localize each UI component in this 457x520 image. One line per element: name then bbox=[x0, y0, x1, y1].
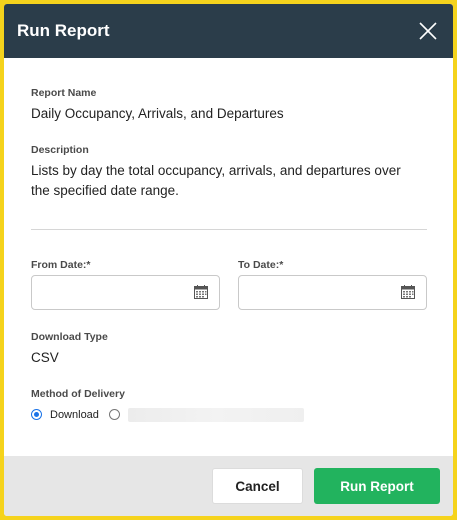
report-name-label: Report Name bbox=[31, 87, 97, 99]
cancel-button[interactable]: Cancel bbox=[212, 468, 303, 504]
to-date-field[interactable] bbox=[238, 275, 427, 310]
to-date-input[interactable] bbox=[240, 277, 390, 308]
report-name: Daily Occupancy, Arrivals, and Departure… bbox=[31, 106, 284, 121]
radio-email[interactable] bbox=[109, 409, 120, 420]
download-type-label: Download Type bbox=[31, 331, 108, 343]
description-line-1: Lists by day the total occupancy, arriva… bbox=[31, 163, 401, 178]
radio-download-label: Download bbox=[50, 409, 99, 421]
radio-download[interactable] bbox=[31, 409, 42, 420]
from-date-label: From Date:* bbox=[31, 259, 91, 271]
run-report-dialog: Run Report Report Name Daily Occupancy, … bbox=[4, 4, 453, 516]
from-date-input[interactable] bbox=[33, 277, 183, 308]
description-line-2: the specified date range. bbox=[31, 183, 179, 198]
redacted-option-label bbox=[128, 408, 304, 422]
dialog-title: Run Report bbox=[17, 21, 110, 40]
divider bbox=[31, 229, 427, 230]
close-icon[interactable] bbox=[415, 18, 441, 44]
description-label: Description bbox=[31, 144, 89, 156]
download-type-value: CSV bbox=[31, 350, 59, 365]
run-report-button[interactable]: Run Report bbox=[314, 468, 440, 504]
dialog-header: Run Report bbox=[4, 4, 453, 58]
delivery-options: Download bbox=[31, 407, 321, 423]
from-date-field[interactable] bbox=[31, 275, 220, 310]
to-date-label: To Date:* bbox=[238, 259, 284, 271]
calendar-icon[interactable] bbox=[194, 285, 208, 299]
delivery-method-label: Method of Delivery bbox=[31, 388, 125, 400]
calendar-icon[interactable] bbox=[401, 285, 415, 299]
dialog-footer: Cancel Run Report bbox=[4, 456, 453, 516]
